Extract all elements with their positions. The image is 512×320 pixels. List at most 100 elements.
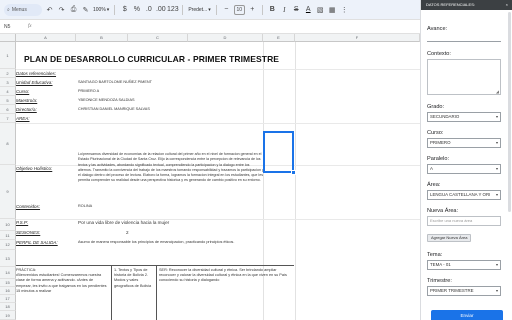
field-value: CHRISTIAN DANIEL MANRIQUE SALVAS [78,107,150,111]
font-select[interactable]: Predet... ▾ [188,7,210,13]
tema-select[interactable]: TEMA - 01 ▾ [427,260,501,270]
paralelo-select[interactable]: A ▾ [427,164,501,174]
save-button[interactable]: Enviar [431,310,503,320]
row-header[interactable]: 10 [0,219,16,231]
row-header[interactable]: 15 [0,279,16,287]
decrease-font-size-button[interactable]: − [222,4,231,16]
menus-search[interactable]: ⌕ Menus [4,3,42,16]
sessions-value: 2 [126,230,129,235]
more-icon[interactable]: ⋮ [340,4,349,16]
panel-scrollbar[interactable] [508,12,511,212]
cells-area[interactable]: PLAN DE DESARROLLO CURRICULAR - PRIMER T… [16,42,420,320]
column-header[interactable]: F [295,34,420,42]
row-header[interactable]: 18 [0,303,16,311]
row-header[interactable]: 19 [0,311,16,320]
grado-select[interactable]: SECUNDARIO ▾ [427,112,501,122]
column-header[interactable]: D [188,34,263,42]
field-label: Datos referenciales: [16,71,57,76]
trimestre-value: PRIMER TRIMESTRE [430,288,474,293]
criteria-cell: SER: Reconocer la diversidad cultural y … [159,268,287,283]
field-value: SANTIAGO BARTOLOME NUÑEZ PIMENT [78,80,152,84]
panel-header: DATOS REFERENCIALES: × [421,0,512,10]
row-header[interactable]: 11 [0,231,16,240]
borders-icon[interactable]: ▦ [328,4,337,16]
font-value: Predet... [188,6,208,13]
row-header[interactable]: 8 [0,123,16,165]
profile-label: PERFIL DE SALIDA: [16,240,58,245]
field-label: Maestro/a: [16,98,38,103]
name-box[interactable]: N5 [0,24,28,30]
column-header[interactable]: B [76,34,128,42]
strikethrough-button[interactable]: S [292,4,301,16]
column-header[interactable]: C [128,34,188,42]
fill-color-icon[interactable]: ▧ [316,4,325,16]
content-cell: 1. Textos y Tipos de historia de Bolivia… [114,268,152,288]
chevron-down-icon: ▾ [495,262,498,267]
divider [215,4,217,15]
nueva-area-input[interactable]: Escribe una nueva área [427,216,501,226]
fill-handle[interactable] [291,170,296,175]
sheet-grid[interactable]: A B C D E F 1 2 3 4 5 6 7 8 9 10 11 12 1… [0,34,420,320]
trimestre-label: Trimestre: [427,278,452,284]
increase-font-size-button[interactable]: + [248,4,257,16]
bold-button[interactable]: B [268,4,277,16]
add-area-button[interactable]: Agregar Nueva Área [427,234,472,242]
objective-text: Lo/prensamos diversidad de economías de … [78,152,264,183]
row-header[interactable]: 13 [0,250,16,267]
row-header[interactable]: 9 [0,165,16,219]
table-border [111,265,112,320]
curso-select[interactable]: PRIMERO ▾ [427,138,501,148]
grado-label: Grado: [427,104,445,110]
field-value: PRIMERO A [78,89,100,93]
currency-button[interactable]: $ [120,4,129,16]
field-label: Curso: [16,89,30,94]
row-header[interactable]: 3 [0,78,16,87]
trimestre-select[interactable]: PRIMER TRIMESTRE ▾ [427,286,501,296]
row-header[interactable]: 2 [0,69,16,78]
row-header[interactable]: 14 [0,267,16,279]
area-label: Área: [427,182,441,188]
font-size-input[interactable]: 10 [233,4,245,15]
select-all-corner[interactable] [0,34,16,42]
resize-grip-icon[interactable]: ◢ [496,90,499,94]
contexto-textarea[interactable]: ◢ [427,59,501,95]
italic-button[interactable]: I [280,4,289,16]
chevron-down-icon: ▾ [495,192,498,197]
row-header[interactable]: 12 [0,240,16,250]
zoom-select[interactable]: 100% ▾ [93,7,109,13]
row-header[interactable]: 7 [0,114,16,123]
side-panel: DATOS REFERENCIALES: × Avance: Contexto:… [420,0,512,320]
row-header[interactable]: 1 [0,42,16,69]
undo-icon[interactable]: ↶ [45,4,54,16]
percent-button[interactable]: % [132,4,141,16]
print-icon[interactable]: ⎙ [69,4,78,16]
row-header[interactable]: 4 [0,87,16,96]
paint-format-icon[interactable]: ✎ [81,4,90,16]
close-icon[interactable]: × [506,0,508,10]
selected-cell[interactable] [263,131,294,173]
curso-value: PRIMERO [430,140,451,145]
column-header[interactable]: E [263,34,295,42]
avance-input[interactable] [427,34,501,42]
row-header[interactable]: 6 [0,105,16,114]
column-header[interactable]: A [16,34,76,42]
chevron-down-icon: ▾ [495,140,498,145]
zoom-value: 100% [93,6,106,13]
row-header[interactable]: 16 [0,287,16,295]
increase-decimal-button[interactable]: .00 [156,4,166,16]
tema-label: Tema: [427,252,443,258]
divider [182,4,184,15]
text-color-button[interactable]: A [304,4,313,16]
decrease-decimal-button[interactable]: .0 [144,4,153,16]
field-label: Director/a: [16,107,37,112]
format-more-button[interactable]: 123 [167,4,179,16]
field-label: AREA: [16,116,30,121]
row-header[interactable]: 17 [0,295,16,303]
field-value: YBEONICE MENDOZA SALDIAS [78,98,135,102]
panel-title: DATOS REFERENCIALES: [426,2,475,7]
area-select[interactable]: LENGUA CASTELLANA Y ORI ▾ [427,190,501,200]
row-header[interactable]: 5 [0,96,16,105]
sessions-label: SESIONES: [16,230,41,235]
redo-icon[interactable]: ↷ [57,4,66,16]
paralelo-value: A [430,166,433,171]
